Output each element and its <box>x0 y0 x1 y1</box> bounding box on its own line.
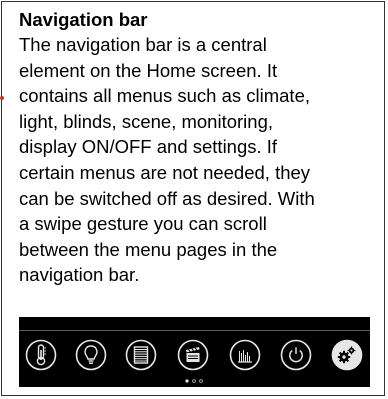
blinds-icon[interactable] <box>125 339 157 371</box>
body-line: between the menu pages in the <box>19 238 278 260</box>
page-indicator <box>185 379 203 383</box>
navbar-divider <box>19 330 370 331</box>
body-line: can be switched off as desired. With <box>19 187 315 209</box>
body-line: certain menus are not needed, they <box>19 161 311 183</box>
scene-clapperboard-icon[interactable] <box>177 339 209 371</box>
page-dot <box>192 379 196 383</box>
page-dot-active <box>185 379 189 383</box>
pointer-marker <box>0 96 4 100</box>
thermometer-icon[interactable] <box>25 339 57 371</box>
page-dot <box>199 379 203 383</box>
body-line: display ON/OFF and settings. If <box>19 136 278 158</box>
callout-box: Navigation bar The navigation bar is a c… <box>1 1 385 396</box>
settings-gears-icon[interactable] <box>331 339 363 371</box>
body-line: element on the Home screen. It <box>19 59 278 81</box>
body-line: a swipe gesture you can scroll <box>19 213 267 235</box>
body-line: navigation bar. <box>19 264 140 286</box>
body-line: contains all menus such as climate, <box>19 85 310 107</box>
monitoring-chart-icon[interactable] <box>229 339 261 371</box>
callout-body: The navigation bar is a central element … <box>19 32 381 288</box>
lightbulb-icon[interactable] <box>75 339 107 371</box>
callout-title: Navigation bar <box>19 9 148 30</box>
navigation-bar-image <box>19 317 370 387</box>
body-line: The navigation bar is a central <box>19 34 267 55</box>
body-line: light, blinds, scene, monitoring, <box>19 110 273 132</box>
power-icon[interactable] <box>280 339 312 371</box>
